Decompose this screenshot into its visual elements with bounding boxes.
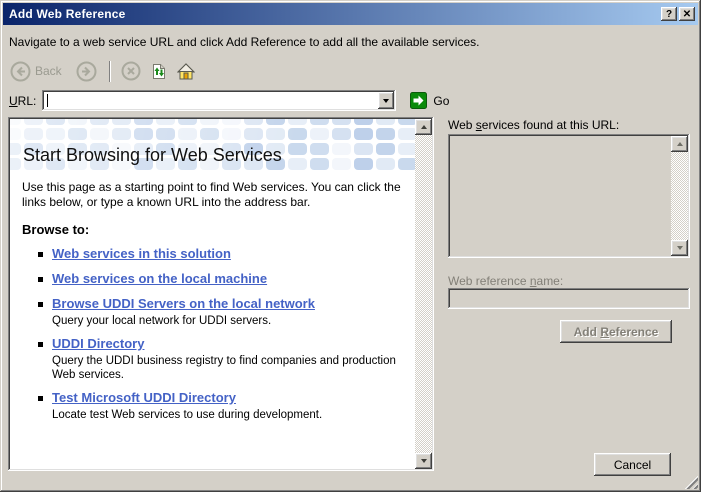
- navigation-toolbar: Back: [10, 59, 205, 83]
- scroll-down-icon: [421, 459, 427, 466]
- home-button[interactable]: [177, 63, 195, 80]
- scroll-down-button[interactable]: [415, 453, 432, 469]
- list-item: Web services on the local machine: [36, 270, 401, 288]
- back-label: Back: [35, 64, 62, 78]
- link-browse-uddi-servers[interactable]: Browse UDDI Servers on the local network: [52, 296, 315, 311]
- help-icon: ?: [666, 9, 672, 20]
- browser-content: Start Browsing for Web Services Use this…: [10, 119, 415, 469]
- scrollbar-track: [671, 152, 688, 240]
- back-button: Back: [10, 61, 62, 82]
- go-label: Go: [433, 94, 449, 108]
- go-icon: [410, 92, 427, 109]
- link-list: Web services in this solution Web servic…: [22, 245, 401, 422]
- url-bar: URL: Go: [9, 90, 449, 111]
- bullet-icon: [38, 302, 43, 307]
- forward-icon: [76, 61, 97, 82]
- stop-button: [121, 61, 141, 81]
- browser-scrollbar[interactable]: [415, 119, 432, 469]
- go-button[interactable]: Go: [410, 92, 449, 109]
- services-found-label: Web services found at this URL:: [448, 118, 619, 132]
- web-reference-name-label: Web reference name:: [448, 274, 563, 288]
- url-dropdown-button[interactable]: [378, 92, 394, 109]
- resize-grip[interactable]: [683, 474, 698, 489]
- bullet-icon: [38, 277, 43, 282]
- scroll-up-button: [671, 136, 688, 152]
- titlebar-buttons: ? ✕: [661, 7, 695, 21]
- listbox-scrollbar: [671, 136, 688, 256]
- page-title: Start Browsing for Web Services: [23, 145, 282, 166]
- url-combobox: [42, 90, 396, 111]
- dialog-instruction: Navigate to a web service URL and click …: [9, 35, 479, 49]
- refresh-button[interactable]: [151, 63, 167, 80]
- add-web-reference-dialog: Add Web Reference ? ✕ Navigate to a web …: [0, 0, 701, 492]
- web-reference-name-fieldbox: [448, 288, 690, 309]
- scroll-down-button: [671, 240, 688, 256]
- list-item: Test Microsoft UDDI Directory Locate tes…: [36, 389, 401, 422]
- bullet-icon: [38, 396, 43, 401]
- close-button[interactable]: ✕: [679, 7, 695, 21]
- home-icon: [177, 63, 195, 80]
- browse-to-heading: Browse to:: [22, 222, 401, 237]
- cancel-label: Cancel: [614, 458, 651, 472]
- scroll-up-icon: [677, 139, 683, 146]
- chevron-down-icon: [383, 99, 389, 106]
- link-description: Locate test Web services to use during d…: [52, 408, 322, 422]
- intro-text: Use this page as a starting point to fin…: [22, 180, 401, 210]
- link-uddi-directory[interactable]: UDDI Directory: [52, 336, 144, 351]
- titlebar[interactable]: Add Web Reference ? ✕: [3, 3, 698, 25]
- url-input[interactable]: [46, 93, 374, 108]
- link-web-services-local-machine[interactable]: Web services on the local machine: [52, 271, 267, 286]
- url-label: URL:: [9, 94, 36, 108]
- list-item: UDDI Directory Query the UDDI business r…: [36, 335, 401, 382]
- scroll-up-button[interactable]: [415, 119, 432, 135]
- list-item: Web services in this solution: [36, 245, 401, 263]
- close-icon: ✕: [683, 9, 691, 20]
- services-listbox: [448, 134, 690, 258]
- refresh-icon: [151, 63, 167, 80]
- toolbar-separator: [109, 61, 111, 82]
- link-web-services-in-solution[interactable]: Web services in this solution: [52, 246, 231, 261]
- bullet-icon: [38, 342, 43, 347]
- cancel-button[interactable]: Cancel: [594, 453, 671, 476]
- page-banner: Start Browsing for Web Services: [10, 119, 415, 171]
- scroll-down-icon: [677, 246, 683, 253]
- web-reference-name-input: [452, 291, 686, 306]
- scroll-up-icon: [421, 122, 427, 129]
- bullet-icon: [38, 252, 43, 257]
- help-button[interactable]: ?: [661, 7, 677, 21]
- list-item: Browse UDDI Servers on the local network…: [36, 295, 401, 328]
- link-description: Query your local network for UDDI server…: [52, 314, 315, 328]
- link-description: Query the UDDI business registry to find…: [52, 354, 401, 382]
- forward-button: [76, 61, 97, 82]
- back-icon: [10, 61, 31, 82]
- scrollbar-track[interactable]: [415, 135, 432, 453]
- window-title: Add Web Reference: [9, 7, 126, 21]
- add-reference-button: Add Reference: [560, 320, 672, 343]
- link-test-microsoft-uddi-directory[interactable]: Test Microsoft UDDI Directory: [52, 390, 236, 405]
- add-reference-label: Add Reference: [574, 325, 659, 339]
- stop-icon: [121, 61, 141, 81]
- browser-pane: Start Browsing for Web Services Use this…: [8, 117, 434, 471]
